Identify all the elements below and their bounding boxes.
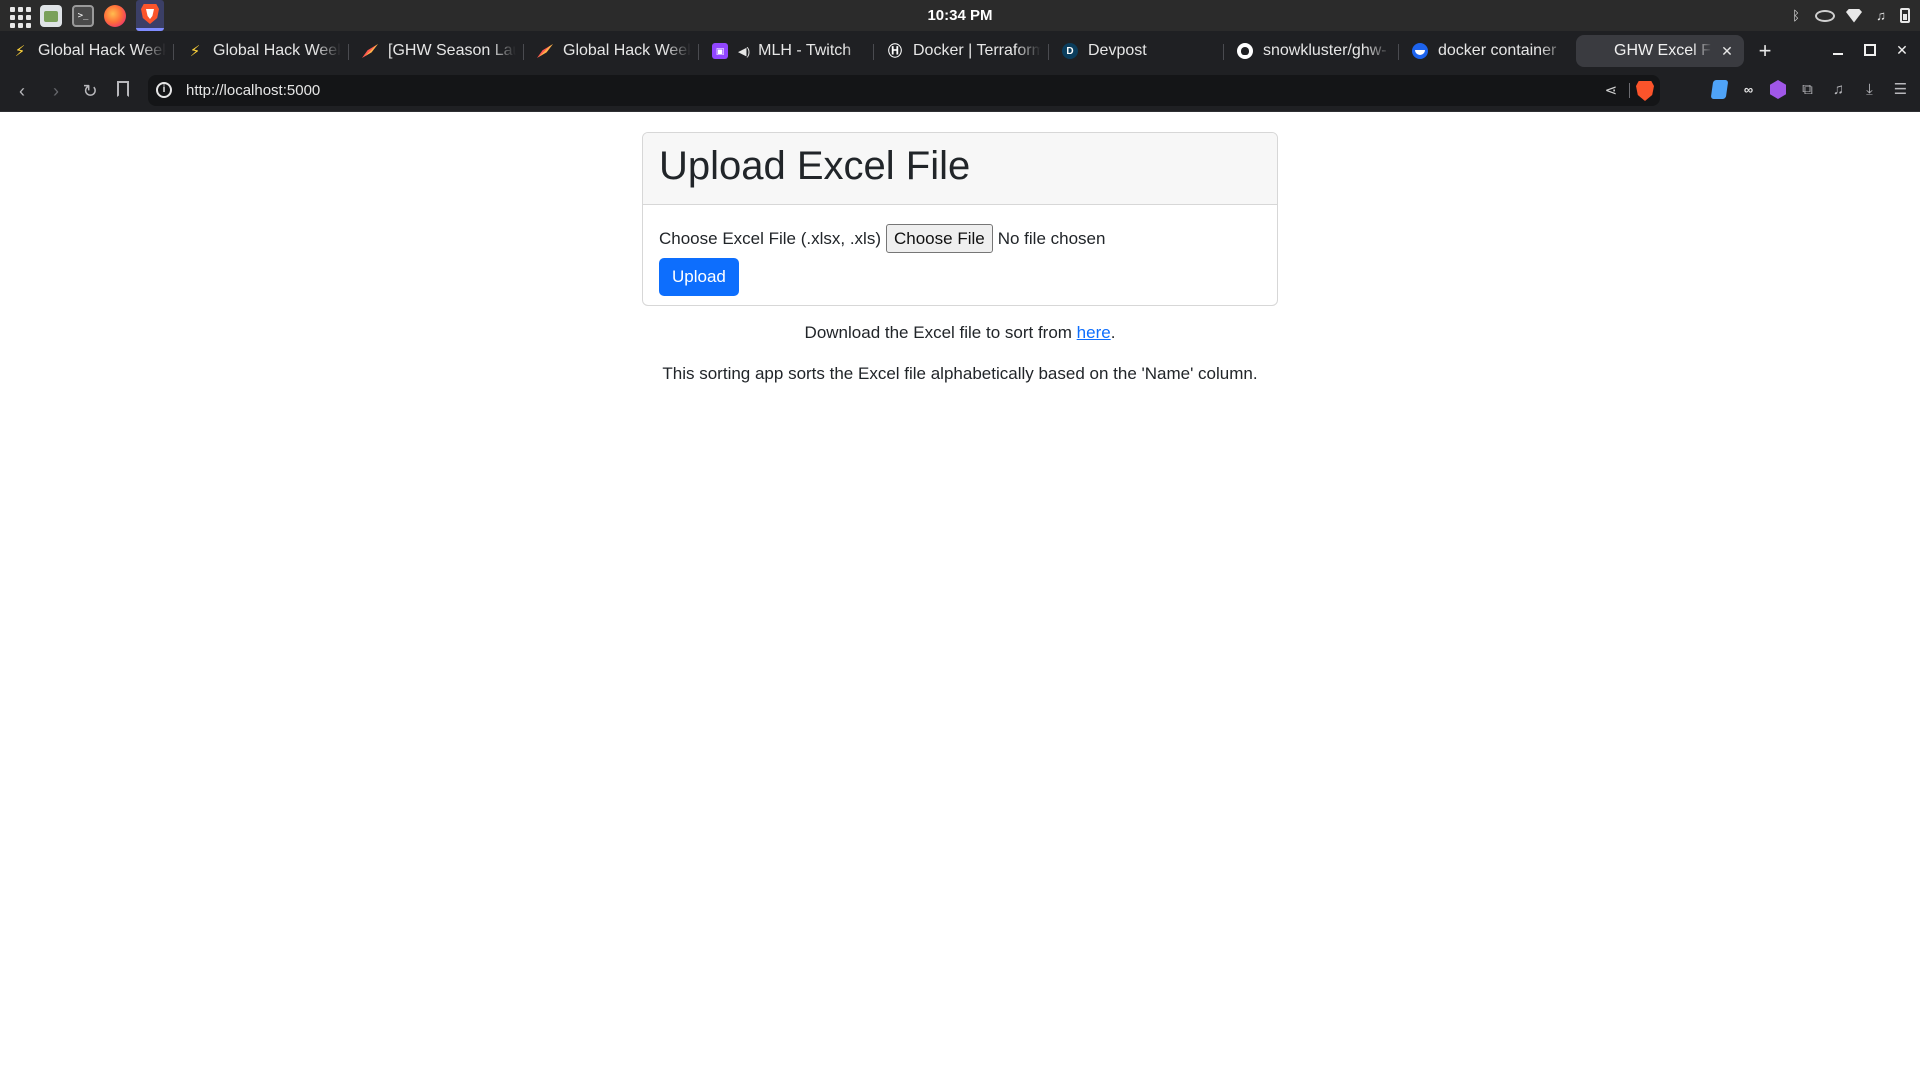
tab-ghw-excel-file[interactable]: GHW Excel File ✕	[1576, 35, 1744, 67]
tab-label: Global Hack Week	[213, 42, 341, 59]
file-input-label: Choose Excel File (.xlsx, .xls)	[659, 228, 881, 248]
upload-button[interactable]: Upload	[659, 258, 739, 296]
ghw-icon	[362, 44, 378, 58]
extensions-row: ∞ ⧉ ♫ ⤓ ☰	[1710, 80, 1910, 99]
glasses-extension-icon[interactable]: ∞	[1739, 80, 1758, 99]
close-window-icon[interactable]: ✕	[1892, 40, 1912, 60]
close-tab-icon[interactable]: ✕	[1718, 42, 1736, 60]
system-panel: 10:34 PM ᛒ ♫	[0, 0, 1920, 31]
page-title: Upload Excel File	[659, 144, 971, 188]
bolt-icon: ⚡	[189, 43, 201, 60]
site-info-icon[interactable]: i	[156, 82, 172, 98]
twitch-icon: ▣	[712, 43, 728, 59]
panel-clock[interactable]: 10:34 PM	[0, 0, 1920, 31]
tab-github-repo[interactable]: snowkluster/ghw-	[1225, 35, 1399, 67]
maximize-icon[interactable]	[1860, 40, 1880, 60]
tab-label: [GHW Season Lau	[388, 42, 516, 59]
download-text: Download the Excel file to sort from	[804, 323, 1077, 342]
download-text-end: .	[1110, 323, 1116, 342]
new-tab-button[interactable]: +	[1753, 40, 1777, 64]
system-tray: ᛒ ♫	[1788, 0, 1910, 31]
bolt-icon: ⚡	[14, 43, 26, 60]
tab-label: Devpost	[1088, 42, 1147, 59]
extensions-puzzle-icon[interactable]: ⧉	[1798, 80, 1817, 99]
brave-app-icon[interactable]	[136, 0, 164, 31]
menu-icon[interactable]: ☰	[1891, 80, 1910, 99]
tab-strip: ⚡ Global Hack Week ⚡ Global Hack Week [G…	[0, 31, 1920, 70]
intel-icon[interactable]	[1815, 9, 1835, 22]
reload-icon[interactable]: ↻	[79, 80, 101, 102]
github-icon	[1237, 43, 1253, 59]
address-bar-divider	[1629, 83, 1630, 98]
share-icon[interactable]: ⋖	[1602, 82, 1620, 100]
music-icon[interactable]: ♫	[1873, 8, 1889, 24]
minimize-icon[interactable]	[1828, 40, 1848, 60]
tab-label: Docker | Terraform	[913, 42, 1041, 59]
devpost-icon: D	[1062, 43, 1078, 59]
tab-label: Global Hack Week	[563, 42, 691, 59]
brave-shields-icon[interactable]	[1636, 81, 1654, 101]
tab-label: MLH - Twitch	[758, 42, 852, 59]
ghw-icon	[537, 44, 553, 58]
description-paragraph: This sorting app sorts the Excel file al…	[662, 364, 1258, 383]
wifi-icon[interactable]	[1846, 8, 1862, 23]
tab-global-hack-week-1[interactable]: ⚡ Global Hack Week	[0, 35, 174, 67]
tab-global-hack-week-2[interactable]: ⚡ Global Hack Week	[175, 35, 349, 67]
battery-icon[interactable]	[1900, 8, 1910, 23]
download-link[interactable]: here	[1077, 323, 1111, 342]
purple-extension-icon[interactable]	[1770, 80, 1786, 99]
window-controls: ✕	[1828, 40, 1912, 60]
tab-label: GHW Excel File	[1614, 42, 1712, 59]
docker-icon	[1412, 43, 1428, 59]
tab-label: snowkluster/ghw-	[1263, 42, 1387, 59]
tab-ghw-season-launch[interactable]: [GHW Season Lau	[350, 35, 524, 67]
card-body: Choose Excel File (.xlsx, .xls) Choose F…	[643, 205, 1277, 296]
file-field-row: Choose Excel File (.xlsx, .xls) Choose F…	[659, 224, 1261, 253]
downloads-icon[interactable]: ⤓	[1860, 80, 1879, 99]
panel-launchers	[8, 0, 164, 31]
tab-docker-terraform[interactable]: Ⓗ Docker | Terraform	[875, 35, 1049, 67]
back-icon[interactable]: ‹	[11, 80, 33, 102]
download-paragraph: Download the Excel file to sort from her…	[0, 323, 1920, 343]
upload-card: Upload Excel File Choose Excel File (.xl…	[642, 132, 1278, 306]
choose-file-button[interactable]: Choose File	[886, 224, 993, 253]
terminal-app-icon[interactable]	[72, 4, 94, 27]
card-header: Upload Excel File	[643, 133, 1277, 205]
address-bar[interactable]: i http://localhost:5000 ⋖	[148, 75, 1660, 106]
files-app-icon[interactable]	[40, 4, 62, 27]
bookmark-icon[interactable]	[117, 81, 129, 97]
app-grid-icon[interactable]	[8, 5, 31, 28]
tab-devpost[interactable]: D Devpost	[1050, 35, 1224, 67]
browser-toolbar: ‹ › ↻ i http://localhost:5000 ⋖ ∞ ⧉ ♫ ⤓ …	[0, 70, 1920, 112]
hashicorp-icon: Ⓗ	[888, 43, 902, 59]
file-status-text: No file chosen	[997, 228, 1106, 248]
tab-label: Global Hack Week	[38, 42, 166, 59]
bluetooth-icon[interactable]: ᛒ	[1788, 8, 1804, 24]
audio-playing-icon[interactable]: ◀)	[738, 45, 750, 58]
tab-global-hack-week-3[interactable]: Global Hack Week	[525, 35, 699, 67]
page-content: Upload Excel File Choose Excel File (.xl…	[0, 112, 1920, 1080]
tab-mlh-twitch[interactable]: ▣ ◀) MLH - Twitch	[700, 35, 874, 67]
tab-label: docker container	[1438, 42, 1557, 59]
media-music-icon[interactable]: ♫	[1829, 80, 1848, 99]
firefox-app-icon[interactable]	[104, 4, 126, 27]
tab-docker-container[interactable]: docker container	[1400, 35, 1574, 67]
forward-icon[interactable]: ›	[45, 80, 67, 102]
blue-extension-icon[interactable]	[1710, 80, 1729, 99]
url-input[interactable]: http://localhost:5000	[186, 75, 320, 106]
